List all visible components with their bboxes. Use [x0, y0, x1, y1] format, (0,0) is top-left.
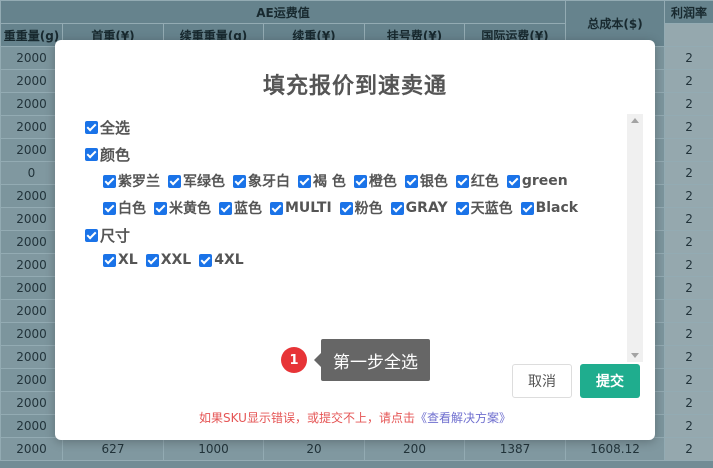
- checkbox-checked-icon: [506, 174, 520, 188]
- view-solution-link[interactable]: 《查看解决方案》: [415, 411, 511, 425]
- checkbox-checked-icon: [339, 201, 353, 215]
- size-option-checkbox[interactable]: 4XL: [199, 252, 244, 268]
- checkbox-checked-icon: [85, 121, 98, 134]
- color-option-checkbox[interactable]: 褐 色: [298, 171, 346, 191]
- checkbox-checked-icon: [455, 174, 469, 188]
- checkbox-checked-icon: [103, 201, 116, 215]
- help-text: 如果SKU显示错误，或提交不上，请点击: [199, 411, 415, 425]
- step-number-badge: 1: [281, 347, 307, 373]
- fill-quote-modal: 填充报价到速卖通 全选 颜色 紫罗兰 军绿色 象牙白褐 色橙色 银色 红色 green 白…: [55, 40, 655, 440]
- checkbox-checked-icon: [298, 174, 311, 188]
- step-tip: 1 第一步全选: [281, 339, 430, 381]
- color-options-row-1: 紫罗兰 军绿色 象牙白褐 色橙色 银色 红色 green: [103, 171, 576, 191]
- option-scroll-area[interactable]: 全选 颜色 紫罗兰 军绿色 象牙白褐 色橙色 银色 红色 green 白色 米黄色 蓝色 MUL…: [83, 114, 643, 381]
- checkbox-checked-icon: [455, 201, 469, 215]
- color-option-checkbox[interactable]: GRAY: [390, 200, 448, 216]
- color-option-checkbox[interactable]: 象牙白: [233, 171, 290, 191]
- vertical-scrollbar[interactable]: [627, 114, 643, 362]
- color-group-checkbox[interactable]: 颜色: [85, 144, 130, 165]
- color-option-checkbox[interactable]: 蓝色: [219, 198, 262, 218]
- modal-title: 填充报价到速卖通: [262, 74, 447, 99]
- size-group-row: 尺寸: [85, 225, 138, 246]
- color-option-checkbox[interactable]: Black: [520, 200, 578, 216]
- checkbox-checked-icon: [520, 201, 534, 215]
- color-option-checkbox[interactable]: green: [506, 173, 568, 189]
- color-option-checkbox[interactable]: MULTI: [270, 200, 332, 216]
- checkbox-checked-icon: [168, 174, 181, 188]
- color-option-checkbox[interactable]: 天蓝色: [455, 198, 513, 218]
- scroll-down-icon[interactable]: [631, 353, 639, 358]
- size-options-row: XL XXL 4XL: [103, 252, 252, 268]
- checkbox-checked-icon: [145, 253, 159, 267]
- size-group-checkbox[interactable]: 尺寸: [85, 225, 130, 246]
- color-options-row-2: 白色 米黄色 蓝色 MULTI 粉色 GRAY 天蓝色 Black: [103, 198, 586, 218]
- checkbox-checked-icon: [85, 148, 98, 161]
- tip-arrow-icon: [314, 353, 321, 367]
- checkbox-checked-icon: [390, 201, 404, 215]
- checkbox-checked-icon: [270, 201, 283, 215]
- checkbox-checked-icon: [353, 174, 367, 188]
- checkbox-checked-icon: [199, 253, 213, 267]
- checkbox-checked-icon: [154, 201, 167, 215]
- color-option-checkbox[interactable]: 米黄色: [154, 198, 211, 218]
- checkbox-checked-icon: [219, 201, 232, 215]
- checkbox-checked-icon: [404, 174, 418, 188]
- select-all-row: 全选: [85, 117, 138, 138]
- cancel-button[interactable]: 取消: [512, 364, 572, 398]
- color-option-checkbox[interactable]: 银色: [404, 171, 448, 191]
- submit-button[interactable]: 提交: [580, 364, 640, 398]
- select-all-checkbox[interactable]: 全选: [85, 117, 130, 138]
- color-option-checkbox[interactable]: 紫罗兰: [103, 171, 160, 191]
- option-list: 全选 颜色 紫罗兰 军绿色 象牙白褐 色橙色 银色 红色 green 白色 米黄色 蓝色 MUL…: [83, 114, 623, 381]
- color-option-checkbox[interactable]: 粉色: [339, 198, 383, 218]
- color-group-row: 颜色: [85, 144, 138, 165]
- size-option-checkbox[interactable]: XXL: [145, 252, 191, 268]
- color-option-checkbox[interactable]: 橙色: [353, 171, 397, 191]
- color-option-checkbox[interactable]: 军绿色: [168, 171, 225, 191]
- size-option-checkbox[interactable]: XL: [103, 252, 138, 268]
- checkbox-checked-icon: [233, 174, 246, 188]
- color-option-checkbox[interactable]: 红色: [455, 171, 499, 191]
- help-message: 如果SKU显示错误，或提交不上，请点击《查看解决方案》: [55, 409, 655, 426]
- scroll-up-icon[interactable]: [631, 118, 639, 123]
- checkbox-checked-icon: [103, 253, 116, 267]
- checkbox-checked-icon: [103, 174, 116, 188]
- step-tip-text: 第一步全选: [321, 339, 430, 381]
- color-option-checkbox[interactable]: 白色: [103, 198, 146, 218]
- checkbox-checked-icon: [85, 229, 98, 242]
